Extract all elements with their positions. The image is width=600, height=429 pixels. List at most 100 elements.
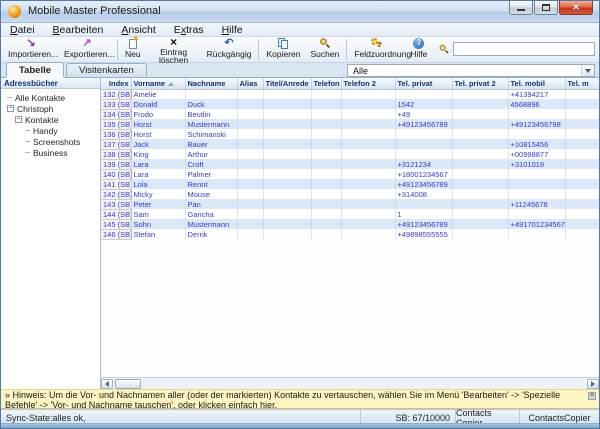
cell-tel_mobil2[interactable] xyxy=(565,219,599,229)
cell-telefon2[interactable] xyxy=(341,99,395,109)
cell-tel_privat2[interactable] xyxy=(452,199,508,209)
cell-nachname[interactable]: Mouse xyxy=(185,189,237,199)
cell-tel_mobil[interactable]: +00998877 xyxy=(508,149,565,159)
column-header-tel_mobil2[interactable]: Tel. m xyxy=(565,78,599,89)
cell-tel_privat[interactable]: +314008 xyxy=(395,189,452,199)
cell-tel_mobil2[interactable] xyxy=(565,119,599,129)
column-header-vorname[interactable]: Vorname xyxy=(131,78,185,89)
cell-index[interactable]: 143 (SB) xyxy=(101,199,131,209)
toolbar-button-neu[interactable]: ✱Neu xyxy=(120,37,146,62)
cell-alias[interactable] xyxy=(237,149,263,159)
cell-telefon[interactable] xyxy=(311,169,341,179)
cell-alias[interactable] xyxy=(237,99,263,109)
cell-telefon[interactable] xyxy=(311,129,341,139)
cell-index[interactable]: 139 (SB) xyxy=(101,159,131,169)
cell-tel_privat[interactable] xyxy=(395,149,452,159)
cell-alias[interactable] xyxy=(237,179,263,189)
cell-tel_mobil[interactable] xyxy=(508,229,565,239)
toolbar-button-suchen[interactable]: Suchen xyxy=(306,37,345,62)
cell-tel_privat2[interactable] xyxy=(452,89,508,99)
cell-nachname[interactable]: Palmer xyxy=(185,169,237,179)
cell-nachname[interactable]: Duck xyxy=(185,99,237,109)
cell-index[interactable]: 141 (SB) xyxy=(101,179,131,189)
cell-titel[interactable] xyxy=(263,199,311,209)
tree-item-alle-kontakte[interactable]: Alle Kontakte xyxy=(1,92,100,103)
cell-nachname[interactable] xyxy=(185,89,237,99)
hint-close-icon[interactable]: × xyxy=(588,392,596,400)
table-row[interactable]: 133 (SB)DonaldDuck15424568896 xyxy=(101,99,599,109)
toolbar-button-feldzuordnung[interactable]: Feldzuordnung xyxy=(349,37,405,62)
cell-telefon[interactable] xyxy=(311,199,341,209)
table-row[interactable]: 136 (SB)HorstSchimanski xyxy=(101,129,599,139)
cell-tel_mobil2[interactable] xyxy=(565,129,599,139)
table-row[interactable]: 137 (SB)JackBauer+10815456 xyxy=(101,139,599,149)
menu-hilfe[interactable]: Hilfe xyxy=(213,23,252,36)
cell-tel_mobil2[interactable] xyxy=(565,199,599,209)
toolbar-button-kopieren[interactable]: Kopieren xyxy=(261,37,305,62)
cell-index[interactable]: 136 (SB) xyxy=(101,129,131,139)
cell-index[interactable]: 132 (SB) xyxy=(101,89,131,99)
cell-telefon[interactable] xyxy=(311,99,341,109)
cell-alias[interactable] xyxy=(237,169,263,179)
cell-tel_mobil2[interactable] xyxy=(565,89,599,99)
cell-tel_mobil[interactable] xyxy=(508,169,565,179)
collapse-icon[interactable]: − xyxy=(7,105,14,112)
cell-tel_mobil2[interactable] xyxy=(565,139,599,149)
cell-telefon2[interactable] xyxy=(341,189,395,199)
cell-titel[interactable] xyxy=(263,139,311,149)
cell-tel_privat2[interactable] xyxy=(452,99,508,109)
table-row[interactable]: 139 (SB)LaraCroft+3121234+3101019 xyxy=(101,159,599,169)
cell-titel[interactable] xyxy=(263,99,311,109)
cell-tel_privat2[interactable] xyxy=(452,149,508,159)
cell-tel_mobil[interactable]: +41394217 xyxy=(508,89,565,99)
cell-index[interactable]: 137 (SB) xyxy=(101,139,131,149)
cell-telefon[interactable] xyxy=(311,219,341,229)
cell-nachname[interactable]: Arthur xyxy=(185,149,237,159)
cell-alias[interactable] xyxy=(237,129,263,139)
table-row[interactable]: 135 (SB)HorstMustermann+49123456789+4912… xyxy=(101,119,599,129)
cell-vorname[interactable]: Jack xyxy=(131,139,185,149)
cell-nachname[interactable]: Gancha xyxy=(185,209,237,219)
column-header-index[interactable]: Index xyxy=(101,78,131,89)
cell-tel_privat[interactable]: +18001234567 xyxy=(395,169,452,179)
cell-index[interactable]: 138 (SB) xyxy=(101,149,131,159)
cell-nachname[interactable]: Beutlin xyxy=(185,109,237,119)
cell-alias[interactable] xyxy=(237,199,263,209)
toolbar-button-eintrag-löschen[interactable]: ×Eintrag löschen xyxy=(146,37,202,62)
tree-item-christoph[interactable]: −Christoph xyxy=(1,103,100,114)
table-row[interactable]: 140 (SB)LaraPalmer+18001234567 xyxy=(101,169,599,179)
cell-tel_mobil[interactable]: 4568896 xyxy=(508,99,565,109)
horizontal-scrollbar[interactable] xyxy=(101,377,599,389)
cell-tel_privat2[interactable] xyxy=(452,159,508,169)
scroll-left-arrow-icon[interactable] xyxy=(101,379,113,389)
table-row[interactable]: 134 (SB)FrodoBeutlin+49 xyxy=(101,109,599,119)
cell-alias[interactable] xyxy=(237,109,263,119)
cell-telefon[interactable] xyxy=(311,119,341,129)
collapse-icon[interactable]: − xyxy=(15,116,22,123)
cell-titel[interactable] xyxy=(263,109,311,119)
cell-vorname[interactable]: Sohn xyxy=(131,219,185,229)
minimize-button[interactable] xyxy=(509,1,533,15)
cell-telefon2[interactable] xyxy=(341,129,395,139)
cell-tel_privat[interactable]: +49 xyxy=(395,109,452,119)
cell-telefon[interactable] xyxy=(311,139,341,149)
cell-tel_privat[interactable] xyxy=(395,129,452,139)
cell-telefon2[interactable] xyxy=(341,149,395,159)
cell-telefon2[interactable] xyxy=(341,109,395,119)
cell-alias[interactable] xyxy=(237,219,263,229)
cell-tel_privat2[interactable] xyxy=(452,129,508,139)
cell-alias[interactable] xyxy=(237,89,263,99)
column-header-tel_mobil[interactable]: Tel. mobil xyxy=(508,78,565,89)
scroll-right-arrow-icon[interactable] xyxy=(587,379,599,389)
cell-tel_privat2[interactable] xyxy=(452,119,508,129)
cell-nachname[interactable]: Bauer xyxy=(185,139,237,149)
cell-tel_mobil[interactable] xyxy=(508,189,565,199)
table-row[interactable]: 145 (SB)SohnMustermann+49123456789+49170… xyxy=(101,219,599,229)
cell-titel[interactable] xyxy=(263,219,311,229)
cell-tel_privat2[interactable] xyxy=(452,189,508,199)
cell-titel[interactable] xyxy=(263,179,311,189)
cell-alias[interactable] xyxy=(237,209,263,219)
cell-vorname[interactable]: Sam xyxy=(131,209,185,219)
cell-nachname[interactable]: Schimanski xyxy=(185,129,237,139)
cell-tel_privat[interactable]: +49123456789 xyxy=(395,219,452,229)
